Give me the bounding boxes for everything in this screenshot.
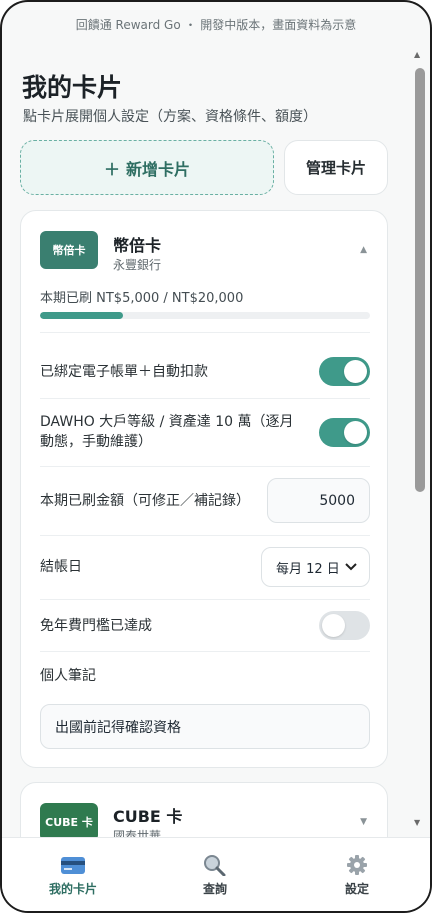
page-subtitle: 點卡片展開個人設定（方案、資格條件、額度） [23, 109, 317, 125]
page-title: 我的卡片 [22, 73, 123, 102]
expand-caret-icon[interactable]: ▼ [360, 817, 367, 827]
divider [40, 535, 370, 536]
add-card-label: 新增卡片 [126, 159, 191, 179]
divider [40, 398, 370, 399]
bottom-tab-bar: 我的卡片 查詢 設定 [2, 837, 430, 911]
tab-label: 查詢 [202, 882, 227, 896]
credit-card-icon [60, 854, 86, 876]
card-panel: 幣倍卡 幣倍卡 永豐銀行 ▲ 本期已刷 NT$5,000 / NT$20,000… [20, 210, 388, 768]
divider [40, 466, 370, 467]
spend-progress-fill [40, 312, 123, 319]
tier-label-line-2: 動態，手動維護） [40, 434, 152, 450]
tab-my-cards[interactable]: 我的卡片 [2, 838, 144, 911]
card-panel[interactable]: CUBE 卡 CUBE 卡 國泰世華 ▼ [20, 782, 388, 837]
divider [40, 599, 370, 600]
toggle-knob [344, 421, 367, 444]
card-logo: 幣倍卡 [40, 231, 98, 269]
tier-toggle[interactable] [319, 418, 370, 447]
billing-day-value: 每月 12 日 [276, 561, 340, 577]
billing-day-label: 結帳日 [40, 559, 82, 575]
tab-label: 設定 [344, 882, 369, 896]
dev-notice: 回饋通 Reward Go ・ 開發中版本，畫面資料為示意 [75, 18, 357, 32]
card-name[interactable]: 幣倍卡 [113, 232, 161, 256]
gear-icon [344, 854, 370, 876]
ebill-toggle[interactable] [319, 357, 370, 386]
toggle-knob [322, 614, 345, 637]
card-bank: 永豐銀行 [113, 258, 162, 272]
billing-day-select[interactable]: 每月 12 日 [261, 547, 370, 587]
fee-waiver-label: 免年費門檻已達成 [40, 618, 152, 634]
device-frame: 回饋通 Reward Go ・ 開發中版本，畫面資料為示意 我的卡片 點卡片展開… [0, 0, 432, 913]
card-bank: 國泰世華 [113, 829, 162, 837]
tier-label: DAWHO 大戶等級 / 資產達 10 萬（逐月 動態，手動維護） [40, 412, 294, 452]
main-content: 我的卡片 點卡片展開個人設定（方案、資格條件、額度） ＋ 新增卡片 管理卡片 幣… [2, 40, 430, 837]
note-label: 個人筆記 [40, 668, 96, 684]
app-screen: 回饋通 Reward Go ・ 開發中版本，畫面資料為示意 我的卡片 點卡片展開… [2, 2, 430, 911]
note-input[interactable]: 出國前記得確認資格 [40, 704, 370, 749]
spent-summary: 本期已刷 NT$5,000 / NT$20,000 [40, 291, 244, 306]
scrollbar[interactable]: ▲ ▼ [412, 44, 426, 834]
card-name[interactable]: CUBE 卡 [113, 803, 182, 827]
tab-settings[interactable]: 設定 [286, 838, 428, 911]
divider [40, 651, 370, 652]
chevron-down-icon [345, 560, 357, 574]
search-icon [202, 854, 228, 877]
scroll-down-icon[interactable]: ▼ [414, 818, 420, 827]
plus-icon: ＋ [103, 159, 120, 179]
tab-search[interactable]: 查詢 [144, 838, 286, 911]
tab-label: 我的卡片 [48, 882, 97, 896]
tier-label-line-1: DAWHO 大戶等級 / 資產達 10 萬（逐月 [40, 414, 294, 430]
card-logo: CUBE 卡 [40, 803, 98, 837]
toggle-knob [344, 360, 367, 383]
scroll-thumb[interactable] [415, 68, 425, 492]
collapse-caret-icon[interactable]: ▲ [360, 245, 367, 255]
fee-waiver-toggle[interactable] [319, 611, 370, 640]
add-card-button[interactable]: ＋ 新增卡片 [20, 140, 274, 195]
amount-label: 本期已刷金額（可修正／補記錄） [40, 493, 250, 509]
manage-cards-button[interactable]: 管理卡片 [284, 140, 388, 195]
spend-progress-bar [40, 312, 370, 319]
scroll-up-icon[interactable]: ▲ [414, 50, 420, 59]
spent-amount-input[interactable] [267, 478, 370, 523]
ebill-label: 已綁定電子帳單＋自動扣款 [40, 364, 208, 380]
divider [40, 332, 370, 333]
